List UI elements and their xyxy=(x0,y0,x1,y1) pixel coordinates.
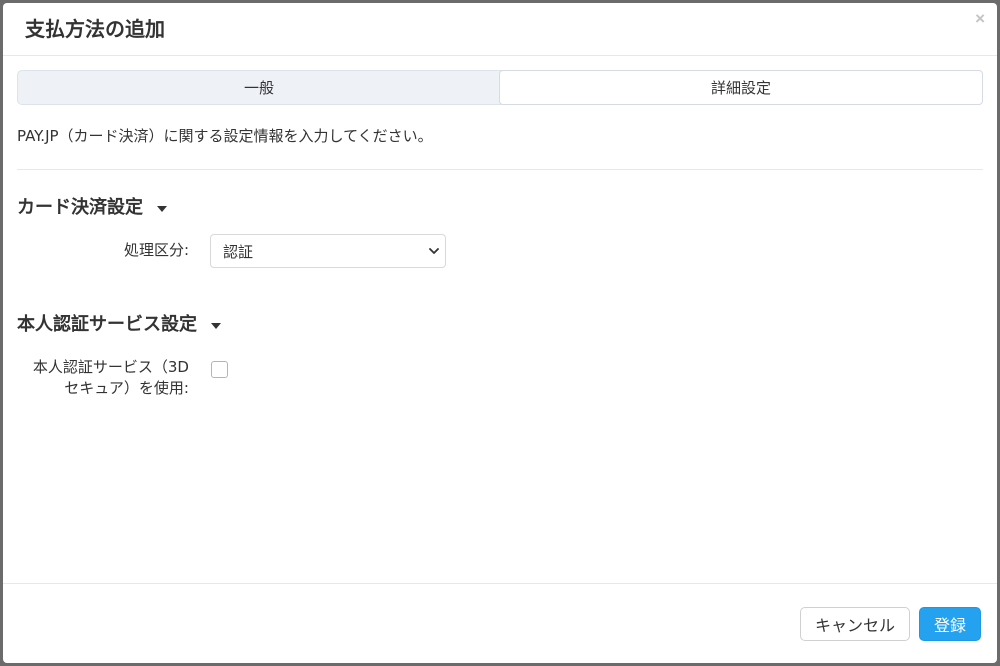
processing-type-select[interactable]: 認証 xyxy=(210,234,446,268)
dialog-footer: キャンセル 登録 xyxy=(3,583,997,663)
caret-down-icon xyxy=(157,206,167,212)
auth-section-heading: 本人認証サービス設定 xyxy=(17,314,197,335)
card-section-heading: カード決済設定 xyxy=(17,197,143,218)
processing-type-value: 認証 xyxy=(223,242,254,261)
settings-description: PAY.JP（カード決済）に関する設定情報を入力してください。 xyxy=(17,127,433,145)
3d-secure-label: 本人認証サービス（3D セキュア）を使用: xyxy=(33,357,189,399)
divider xyxy=(17,169,983,170)
3d-secure-checkbox[interactable] xyxy=(211,361,228,378)
cancel-button[interactable]: キャンセル xyxy=(800,607,910,641)
dialog-title: 支払方法の追加 xyxy=(25,17,165,41)
3d-secure-label-line1: 本人認証サービス（3D xyxy=(32,358,189,376)
auth-section-toggle[interactable]: 本人認証サービス設定 xyxy=(17,313,221,337)
3d-secure-label-line2: セキュア）を使用: xyxy=(64,379,189,397)
card-section-toggle[interactable]: カード決済設定 xyxy=(17,196,167,220)
close-icon[interactable]: × xyxy=(975,9,985,29)
chevron-down-icon xyxy=(429,248,439,254)
tab-advanced-settings[interactable]: 詳細設定 xyxy=(499,70,983,105)
add-payment-method-dialog: 支払方法の追加 × 一般 詳細設定 PAY.JP（カード決済）に関する設定情報を… xyxy=(3,3,997,663)
dialog-header: 支払方法の追加 × xyxy=(3,3,997,56)
processing-type-label: 処理区分: xyxy=(123,241,189,259)
tab-bar: 一般 詳細設定 xyxy=(17,70,983,105)
caret-down-icon xyxy=(211,323,221,329)
register-button[interactable]: 登録 xyxy=(919,607,981,641)
tab-general[interactable]: 一般 xyxy=(18,71,500,104)
